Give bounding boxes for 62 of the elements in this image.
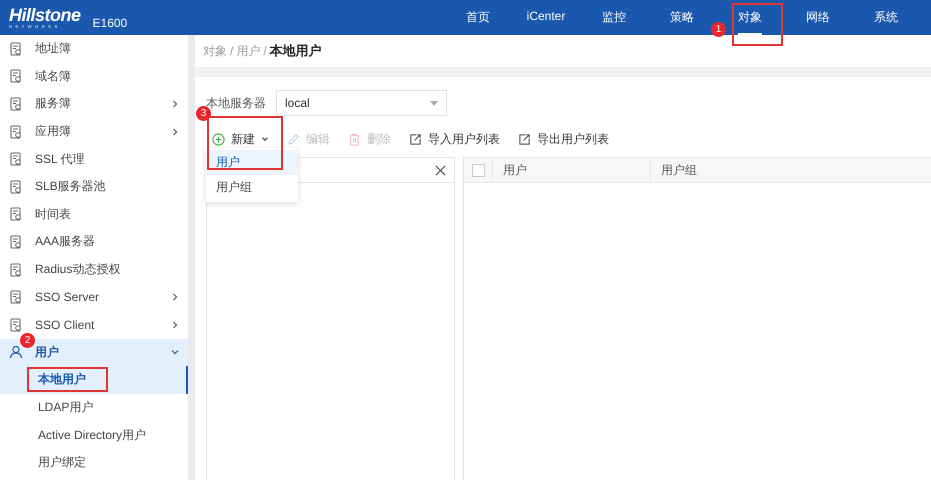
logo-text: Hillstone	[9, 6, 81, 24]
import-button[interactable]: 导入用户列表	[403, 128, 508, 150]
chevron-icon	[170, 98, 180, 109]
breadcrumb-separator: /	[263, 44, 267, 58]
new-button[interactable]: 新建	[206, 128, 277, 150]
close-icon[interactable]	[435, 164, 446, 176]
caret-icon	[430, 100, 438, 106]
document-icon	[9, 180, 23, 194]
step-badge: 2	[20, 332, 35, 348]
document-icon	[9, 290, 23, 304]
sidebar-item[interactable]: SSO Server	[0, 283, 188, 311]
sidebar-item[interactable]: 时间表	[0, 200, 188, 228]
nav-tab[interactable]: 监控	[602, 0, 626, 35]
export-button[interactable]: 导出用户列表	[512, 128, 617, 150]
document-icon	[9, 69, 23, 84]
trash-icon	[348, 132, 361, 146]
column-header: 用户	[493, 158, 651, 182]
chevron-icon	[261, 135, 269, 143]
menu-item[interactable]: 用户	[206, 150, 298, 175]
document-icon	[9, 96, 23, 111]
nav-tab[interactable]: 策略	[670, 0, 694, 35]
sidebar-item[interactable]: 服务簿	[0, 90, 188, 118]
step-badge: 3	[196, 106, 211, 120]
server-select[interactable]: local	[276, 90, 447, 116]
document-icon	[9, 124, 23, 139]
sidebar-item[interactable]: AAA服务器	[0, 228, 188, 256]
model-label: E1600	[92, 16, 128, 30]
nav-tab[interactable]: 系统	[874, 0, 898, 35]
checkbox[interactable]	[472, 164, 484, 176]
sidebar-item[interactable]: Radius动态授权	[0, 256, 188, 284]
share-icon	[518, 132, 531, 146]
chevron-icon	[170, 292, 180, 302]
nav-tab[interactable]: iCenter	[526, 0, 566, 35]
breadcrumb-item: 本地用户	[270, 42, 322, 60]
sidebar-item[interactable]: 应用簿	[0, 118, 188, 146]
chevron-icon	[170, 320, 180, 330]
step-badge: 1	[711, 22, 726, 37]
plus-icon	[212, 132, 225, 146]
breadcrumb-separator: /	[230, 44, 234, 58]
sidebar-subitem[interactable]: LDAP用户	[0, 394, 188, 422]
sidebar-subitem[interactable]: Active Directory用户	[0, 421, 188, 449]
sidebar-item[interactable]: 域名簿	[0, 62, 188, 90]
sidebar-subitem[interactable]: 用户绑定	[0, 448, 188, 476]
sidebar-item[interactable]: 地址簿	[0, 35, 188, 63]
document-icon	[9, 207, 23, 222]
sidebar-item[interactable]: SLB服务器池	[0, 172, 188, 201]
nav-tab[interactable]: 首页	[466, 0, 490, 35]
document-icon	[9, 152, 23, 166]
user-icon	[9, 345, 23, 360]
sidebar-item[interactable]: SSL 代理	[0, 145, 188, 173]
sidebar-subitem[interactable]: 本地用户	[0, 366, 188, 394]
menu-item[interactable]: 用户组	[206, 175, 298, 200]
column-header: 用户组	[660, 162, 697, 178]
document-icon	[9, 318, 23, 332]
document-icon	[9, 262, 23, 277]
pencil-icon	[287, 132, 300, 146]
share-icon	[409, 132, 422, 146]
chevron-icon	[170, 126, 180, 137]
document-icon	[9, 234, 23, 249]
scrollbar[interactable]	[188, 35, 195, 480]
document-icon	[9, 42, 23, 56]
nav-tab[interactable]: 网络	[806, 0, 830, 35]
